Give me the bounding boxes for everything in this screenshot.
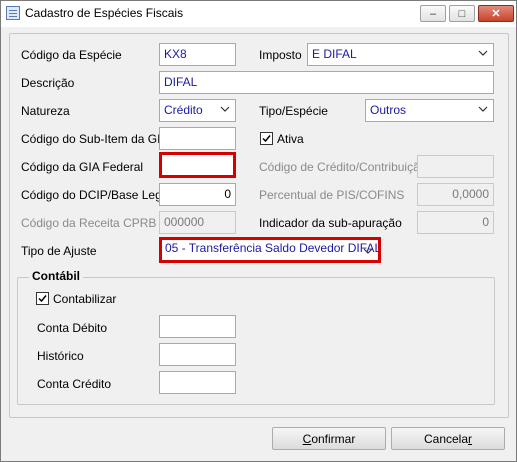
- dcip-input[interactable]: 0: [159, 183, 236, 206]
- codigo-especie-input[interactable]: KX8: [159, 43, 236, 66]
- credito-contribuicao-input[interactable]: [417, 155, 494, 178]
- codigo-especie-label: Código da Espécie: [21, 48, 122, 62]
- tipo-especie-select[interactable]: Outros: [365, 99, 494, 122]
- conta-credito-input[interactable]: [159, 371, 236, 394]
- receita-cprb-input[interactable]: 000000: [159, 211, 236, 234]
- historico-input[interactable]: [159, 343, 236, 366]
- percentual-pis-cofins-label: Percentual de PIS/COFINS: [259, 188, 405, 202]
- descricao-label: Descrição: [21, 76, 75, 90]
- dcip-label: Código do DCIP/Base Legal: [21, 188, 172, 202]
- receita-cprb-label: Código da Receita CPRB: [21, 216, 157, 230]
- conta-credito-label: Conta Crédito: [37, 377, 112, 391]
- minimize-button[interactable]: –: [420, 5, 446, 22]
- tipo-ajuste-label: Tipo de Ajuste: [21, 244, 97, 258]
- descricao-input[interactable]: DIFAL: [159, 71, 494, 94]
- contabilizar-label: Contabilizar: [53, 292, 117, 306]
- tipo-especie-value: Outros: [370, 103, 407, 117]
- tipo-ajuste-select[interactable]: 05 - Transferência Saldo Devedor DIFAL: [159, 237, 381, 263]
- contabil-group-title: Contábil: [29, 269, 83, 283]
- chevron-down-icon: [220, 106, 230, 112]
- imposto-value: E DIFAL: [312, 47, 357, 61]
- indicador-subapuracao-label: Indicador da sub-apuração: [259, 216, 402, 230]
- window-title: Cadastro de Espécies Fiscais: [25, 6, 184, 20]
- chevron-down-icon: [478, 50, 488, 56]
- conta-debito-label: Conta Débito: [37, 321, 108, 335]
- gia-federal-input[interactable]: [159, 152, 236, 178]
- dialog-window: Cadastro de Espécies Fiscais – □ ✕ Códig…: [0, 0, 517, 462]
- maximize-icon: □: [458, 7, 466, 20]
- maximize-button[interactable]: □: [449, 5, 475, 22]
- conta-debito-input[interactable]: [159, 315, 236, 338]
- subitem-gia-input[interactable]: [159, 127, 236, 150]
- credito-contribuicao-label: Código de Crédito/Contribuição: [259, 160, 427, 174]
- percentual-pis-cofins-input[interactable]: 0,0000: [417, 183, 494, 206]
- imposto-select[interactable]: E DIFAL: [307, 43, 494, 66]
- tipo-especie-label: Tipo/Espécie: [259, 104, 328, 118]
- imposto-label: Imposto: [259, 48, 302, 62]
- cancelar-button[interactable]: Cancelar: [391, 427, 505, 450]
- natureza-label: Natureza: [21, 104, 70, 118]
- close-button[interactable]: ✕: [478, 5, 514, 22]
- ativa-label: Ativa: [277, 132, 304, 146]
- tipo-ajuste-value: 05 - Transferência Saldo Devedor DIFAL: [165, 241, 381, 255]
- ativa-checkbox[interactable]: [260, 132, 273, 145]
- subitem-gia-label: Código do Sub-Item da GIA: [21, 132, 169, 146]
- contabilizar-checkbox[interactable]: [36, 292, 49, 305]
- checkmark-icon: [262, 135, 271, 143]
- minimize-icon: –: [429, 7, 437, 20]
- gia-federal-label: Código da GIA Federal: [21, 160, 144, 174]
- natureza-value: Crédito: [164, 103, 203, 117]
- historico-label: Histórico: [37, 349, 84, 363]
- confirmar-button[interactable]: Confirmar: [272, 427, 386, 450]
- indicador-subapuracao-input[interactable]: 0: [417, 211, 494, 234]
- natureza-select[interactable]: Crédito: [159, 99, 236, 122]
- app-icon: [6, 6, 20, 20]
- cancelar-label: Cancelar: [423, 431, 473, 446]
- title-bar: Cadastro de Espécies Fiscais – □ ✕: [1, 1, 516, 27]
- chevron-down-icon: [363, 248, 373, 254]
- close-icon: ✕: [491, 8, 501, 20]
- confirmar-label: Confirmar: [302, 431, 356, 446]
- checkmark-icon: [38, 295, 47, 303]
- chevron-down-icon: [478, 106, 488, 112]
